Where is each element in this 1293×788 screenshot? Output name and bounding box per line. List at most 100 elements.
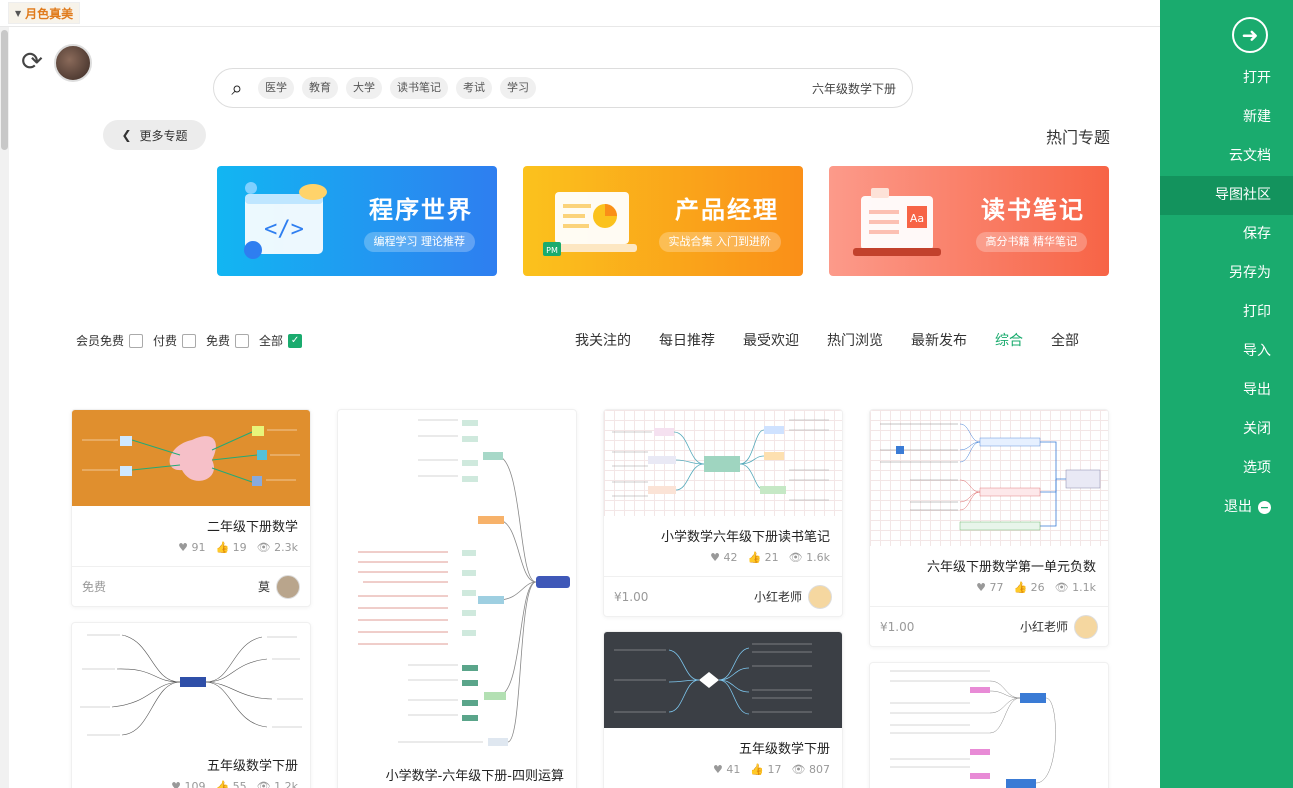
file-menu-sidebar: ➜ 打开 新建 云文档 导图社区 保存 另存为 打印 导入 导出 关闭 选项 退… [1160,0,1293,788]
card-author[interactable]: 莫 [257,574,300,599]
scrollbar-thumb[interactable] [1,30,8,150]
card-price: 免费 [82,580,107,594]
search-input[interactable]: 六年级数学下册 [812,80,902,97]
mindmap-card[interactable] [869,662,1109,788]
mindmap-preview [358,419,570,746]
author-avatar [808,584,832,609]
thumbs-up-icon: 👍 26 [1013,581,1045,594]
card-footer: 免费 莫 [72,566,310,606]
mindmap-preview [80,634,303,736]
svg-text:</>: </> [264,217,304,242]
mindmap-card[interactable]: 五年级数学下册 ♥ 109 👍 55 👁 1.2k [71,622,311,788]
mindmap-card[interactable]: 六年级下册数学第一单元负数 ♥ 77 👍 26 👁 1.1k ¥1.00 小红老… [869,409,1109,647]
card-stats: ♥ 41 👍 17 👁 807 [604,763,842,776]
author-avatar [276,574,300,599]
search-tag[interactable]: 考试 [456,77,492,99]
search-tag[interactable]: 学习 [500,77,536,99]
menu-item-exit[interactable]: 退出 − [1138,488,1271,527]
app-window: ▼ 月色真美 ⟳ ⌕ 医学 教育 大学 读书笔记 考试 学习 六年级数学下册 热… [0,0,1293,788]
mindmap-card[interactable]: 小学数学六年级下册读书笔记 ♥ 42 👍 21 👁 1.6k ¥1.00 小红老… [603,409,843,617]
menu-item-save-as[interactable]: 另存为 [1138,254,1271,293]
theme-label: 月色真美 [25,6,74,21]
author-name: 莫 [257,580,270,594]
user-avatar[interactable] [54,44,92,82]
card-author[interactable]: 小红老师 [1019,614,1098,639]
theme-selector[interactable]: ▼ 月色真美 [8,2,81,24]
menu-item-export[interactable]: 导出 [1138,371,1271,410]
menu-item-community[interactable]: 导图社区 [1160,176,1293,215]
banner-reading-notes[interactable]: Aa 读书笔记 高分书籍 精华笔记 [829,166,1109,276]
search-bar[interactable]: ⌕ 医学 教育 大学 读书笔记 考试 学习 六年级数学下册 [213,68,913,108]
card-author[interactable]: 小红老师 [754,584,832,609]
filter-label: 付费 [153,334,178,348]
eye-icon: 👁 1.2k [257,780,298,788]
search-tag[interactable]: 教育 [302,77,338,99]
tab-all[interactable]: 全部 [1051,330,1079,350]
thumbs-up-icon: 👍 19 [215,541,247,554]
card-title: 小学数学-六年级下册-四则运算 [385,769,564,784]
refresh-icon[interactable]: ⟳ [18,48,46,76]
heart-icon: ♥ 42 [710,551,738,564]
card-title: 五年级数学下册 [738,742,830,757]
banner-subtitle: 高分书籍 精华笔记 [975,232,1087,252]
view-count: 2.3k [274,541,298,554]
like-count: 19 [232,541,247,554]
menu-item-save[interactable]: 保存 [1138,215,1271,254]
menu-item-cloud-docs[interactable]: 云文档 [1138,137,1271,176]
menu-item-close[interactable]: 关闭 [1138,410,1271,449]
card-footer: ¥1.00 小红老师 [870,606,1108,646]
card-thumbnail [604,410,842,516]
filter-member-free[interactable]: 会员免费 [76,332,144,349]
view-count: 1.2k [274,780,298,788]
search-tag[interactable]: 大学 [346,77,382,99]
laptop-chart-icon: PM [543,192,637,256]
tab-newest[interactable]: 最新发布 [911,330,967,350]
banner-product-manager[interactable]: PM 产品经理 实战合集 入门到进阶 [523,166,803,276]
tab-following[interactable]: 我关注的 [575,330,631,350]
menu-item-print[interactable]: 打印 [1138,293,1271,332]
checkbox[interactable] [182,333,197,348]
checkbox[interactable] [235,333,250,348]
tab-daily-pick[interactable]: 每日推荐 [659,330,715,350]
thumbs-up-icon: 👍 55 [215,780,246,788]
filter-all[interactable]: 全部 ✓ [259,332,303,349]
more-topics-button[interactable]: ❮ 更多专题 [103,120,206,150]
banner-title: 产品经理 [675,196,779,224]
card-thumbnail [604,632,842,728]
banner-programming[interactable]: </> 程序世界 编程学习 理论推荐 [217,166,497,276]
mindmap-card[interactable]: 五年级数学下册 ♥ 41 👍 17 👁 807 [603,631,843,788]
tab-overall[interactable]: 综合 [995,330,1023,350]
card-footer: ¥1.00 小红老师 [604,576,842,616]
heart-icon: ♥ 41 [712,763,741,776]
checkbox-checked[interactable]: ✓ [288,333,303,348]
author-name: 小红老师 [1019,620,1068,634]
tab-hot-views[interactable]: 热门浏览 [827,330,883,350]
eye-icon: 👁 807 [791,763,830,776]
menu-item-import[interactable]: 导入 [1138,332,1271,371]
mindmap-card[interactable]: 小学数学-六年级下册-四则运算 [337,409,577,788]
filter-label: 会员免费 [76,334,125,348]
caret-down-icon: ▼ [15,8,22,18]
search-tag[interactable]: 医学 [258,77,294,99]
filter-paid[interactable]: 付费 [153,332,197,349]
menu-item-options[interactable]: 选项 [1138,449,1271,488]
search-icon[interactable]: ⌕ [224,75,250,101]
mindmap-card[interactable]: 二年级下册数学 ♥ 91 👍 19 👁 2.3k 免费 莫 [71,409,311,607]
exit-label: 退出 [1224,499,1252,515]
fav-count: 109 [184,780,206,788]
checkbox[interactable] [129,333,144,348]
book-notes-icon: Aa [853,188,941,256]
filter-free[interactable]: 免费 [206,332,250,349]
back-arrow-icon[interactable]: ➜ [1232,17,1268,53]
menu-item-open[interactable]: 打开 [1138,59,1271,98]
menu-item-new[interactable]: 新建 [1138,98,1271,137]
search-tag[interactable]: 读书笔记 [390,77,448,99]
author-avatar [1074,614,1098,639]
tab-most-liked[interactable]: 最受欢迎 [743,330,799,350]
banner-title: 程序世界 [369,196,473,224]
vertical-scrollbar[interactable] [0,26,9,788]
card-title: 五年级数学下册 [206,759,298,774]
card-thumbnail [870,410,1108,546]
thumbs-up-icon: 👍 17 [750,763,782,776]
fav-count: 91 [191,541,206,554]
